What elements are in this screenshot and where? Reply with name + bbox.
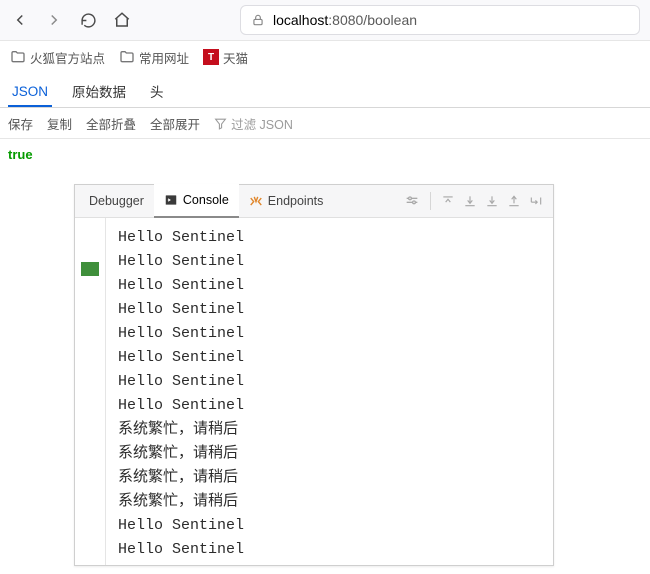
save-action[interactable]: 保存 — [8, 114, 33, 133]
tab-endpoints[interactable]: Endpoints — [239, 185, 334, 217]
tab-raw-data[interactable]: 原始数据 — [68, 77, 130, 107]
back-button[interactable] — [10, 10, 30, 30]
console-line: 系统繁忙，请稍后 — [118, 490, 541, 514]
tab-headers[interactable]: 头 — [146, 77, 168, 107]
console-line: Hello Sentinel — [118, 250, 541, 274]
upload-icon[interactable] — [507, 194, 521, 208]
bookmark-label: 天猫 — [223, 48, 248, 67]
download-icon[interactable] — [463, 194, 477, 208]
json-viewer-tabs: JSON 原始数据 头 — [0, 73, 650, 108]
bookmarks-bar: 火狐官方站点 常用网址 T 天猫 — [0, 41, 650, 73]
console-line: 系统繁忙，请稍后 — [118, 466, 541, 490]
filter-placeholder: 过滤 JSON — [231, 114, 293, 133]
url-text: localhost:8080/boolean — [273, 12, 629, 28]
tab-console[interactable]: Console — [154, 184, 239, 218]
tab-debugger[interactable]: Debugger — [79, 185, 154, 217]
folder-icon — [119, 49, 135, 65]
ide-tabs: Debugger Console Endpoints — [75, 185, 553, 218]
expand-all-action[interactable]: 全部展开 — [150, 114, 200, 133]
console-line: Hello Sentinel — [118, 346, 541, 370]
bookmark-label: 火狐官方站点 — [30, 48, 105, 67]
ide-tool-buttons — [404, 192, 549, 210]
lock-icon — [251, 13, 265, 27]
console-line: Hello Sentinel — [118, 322, 541, 346]
endpoints-icon — [249, 194, 263, 208]
reload-button[interactable] — [78, 10, 98, 30]
gutter — [75, 218, 106, 565]
console-line: 系统繁忙，请稍后 — [118, 418, 541, 442]
console-line: Hello Sentinel — [118, 298, 541, 322]
console-line: Hello Sentinel — [118, 514, 541, 538]
bookmark-item[interactable]: T 天猫 — [203, 48, 248, 67]
console-line: Hello Sentinel — [118, 394, 541, 418]
home-button[interactable] — [112, 10, 132, 30]
download-icon[interactable] — [485, 194, 499, 208]
url-bar[interactable]: localhost:8080/boolean — [240, 5, 640, 35]
console-output: Hello SentinelHello SentinelHello Sentin… — [106, 218, 553, 565]
wrap-icon[interactable] — [529, 194, 543, 208]
gutter-marker-icon — [81, 262, 99, 276]
json-body: true — [0, 139, 650, 172]
json-value: true — [8, 147, 33, 162]
console-line: 系统繁忙，请稍后 — [118, 442, 541, 466]
copy-action[interactable]: 复制 — [47, 114, 72, 133]
console-line: Hello Sentinel — [118, 226, 541, 250]
settings-icon[interactable] — [404, 193, 420, 209]
bookmark-item[interactable]: 常用网址 — [119, 48, 189, 67]
console-line: Hello Sentinel — [118, 538, 541, 562]
filter-json-input[interactable]: 过滤 JSON — [214, 114, 293, 133]
browser-chrome: localhost:8080/boolean — [0, 0, 650, 41]
folder-icon — [10, 49, 26, 65]
collapse-all-action[interactable]: 全部折叠 — [86, 114, 136, 133]
scroll-top-icon[interactable] — [441, 194, 455, 208]
bookmark-label: 常用网址 — [139, 48, 189, 67]
console-line: Hello Sentinel — [118, 274, 541, 298]
bookmark-item[interactable]: 火狐官方站点 — [10, 48, 105, 67]
forward-button[interactable] — [44, 10, 64, 30]
filter-icon — [214, 117, 227, 130]
tmall-favicon-icon: T — [203, 49, 219, 65]
console-line: Hello Sentinel — [118, 370, 541, 394]
json-viewer-toolbar: 保存 复制 全部折叠 全部展开 过滤 JSON — [0, 108, 650, 139]
separator-icon — [430, 192, 431, 210]
ide-panel: Debugger Console Endpoints — [74, 184, 554, 566]
tab-json[interactable]: JSON — [8, 80, 52, 107]
console-icon — [164, 193, 178, 207]
